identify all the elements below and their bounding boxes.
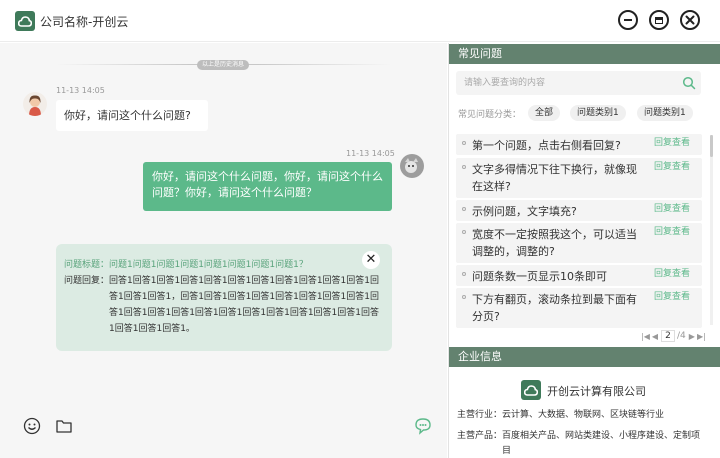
message-timestamp: 11-13 14:05 bbox=[346, 149, 395, 158]
faq-pagination: |◀ ◀ 2 /4 ▶ ▶| bbox=[640, 330, 707, 342]
view-reply-link[interactable]: 回复查看 bbox=[654, 137, 690, 149]
title-bar: 公司名称-开创云 bbox=[0, 0, 720, 42]
view-reply-link[interactable]: 回复查看 bbox=[654, 268, 690, 280]
faq-question: 问题条数一页显示10条即可 bbox=[472, 270, 607, 283]
view-reply-link[interactable]: 回复查看 bbox=[654, 203, 690, 215]
view-reply-link[interactable]: 回复查看 bbox=[654, 291, 690, 303]
close-icon: ✕ bbox=[365, 252, 377, 267]
question-text: 问题1问题1问题1问题1问题1问题1问题1问题1？ bbox=[109, 260, 308, 270]
first-page-icon[interactable]: |◀ bbox=[641, 332, 650, 341]
close-card-button[interactable]: ✕ bbox=[362, 251, 380, 269]
faq-search-box bbox=[456, 71, 701, 95]
customer-avatar bbox=[23, 92, 47, 116]
answer-text: 回答1回答1回答1回答1回答1回答1回答1回答1回答1回答1回答1回答1回答1回… bbox=[109, 276, 380, 334]
side-panel: 常见问题 常见问题分类： 全部 问题类别1 问题类别1 第一个问题，点击右侧看回… bbox=[448, 43, 720, 458]
faq-panel-header: 常见问题 bbox=[449, 44, 720, 64]
faq-list-item[interactable]: 问题条数一页显示10条即可 回复查看 bbox=[456, 265, 702, 286]
products-label: 主营产品： bbox=[457, 431, 503, 441]
window-title: 公司名称-开创云 bbox=[40, 15, 129, 29]
message-timestamp: 11-13 14:05 bbox=[56, 86, 105, 95]
faq-question: 示例问题，文字填充? bbox=[472, 205, 577, 218]
minimize-button[interactable] bbox=[618, 10, 638, 30]
faq-scrollbar[interactable] bbox=[710, 135, 713, 325]
faq-card-answer: 问题回复： 回答1回答1回答1回答1回答1回答1回答1回答1回答1回答1回答1回… bbox=[64, 273, 383, 337]
chat-area: 以上是历史消息 11-13 14:05 你好，请问这个什么问题? 11-13 1… bbox=[0, 43, 447, 458]
faq-list-item[interactable]: 宽度不一定按照我这个，可以适当调整的，调整的? 回复查看 bbox=[456, 223, 702, 263]
faq-question: 宽度不一定按照我这个，可以适当调整的，调整的? bbox=[472, 228, 637, 258]
history-divider: 以上是历史消息 bbox=[56, 60, 391, 70]
cloud-icon bbox=[15, 11, 35, 31]
bullet-icon bbox=[462, 207, 466, 211]
industry-label: 主营行业： bbox=[457, 410, 503, 420]
faq-list-item[interactable]: 第一个问题，点击右侧看回复? 回复查看 bbox=[456, 134, 702, 155]
bullet-icon bbox=[462, 165, 466, 169]
incoming-message-bubble: 你好，请问这个什么问题? bbox=[56, 100, 208, 131]
products-value: 百度相关产品、网站类建设、小程序建设、定制项目 bbox=[502, 431, 701, 456]
folder-icon[interactable] bbox=[55, 417, 73, 435]
category-chip[interactable]: 问题类别1 bbox=[637, 105, 693, 121]
maximize-icon bbox=[655, 16, 663, 24]
view-reply-link[interactable]: 回复查看 bbox=[654, 226, 690, 238]
bullet-icon bbox=[462, 272, 466, 276]
company-logo-icon bbox=[521, 380, 541, 400]
category-filter-label: 常见问题分类： bbox=[458, 110, 522, 120]
faq-search-input[interactable] bbox=[456, 71, 676, 95]
outgoing-message-bubble: 你好，请问这个什么问题，你好，请问这个什么问题？你好，请问这个什么问题？ bbox=[143, 162, 392, 211]
history-label: 以上是历史消息 bbox=[197, 60, 250, 70]
view-reply-link[interactable]: 回复查看 bbox=[654, 161, 690, 173]
search-icon[interactable] bbox=[682, 76, 696, 90]
faq-card-question: 问题标题：问题1问题1问题1问题1问题1问题1问题1问题1？ bbox=[64, 257, 383, 273]
company-name: 开创云计算有限公司 bbox=[547, 385, 646, 398]
faq-question: 文字多得情况下往下换行，就像现在这样? bbox=[472, 163, 637, 193]
bullet-icon bbox=[462, 230, 466, 234]
industry-row: 主营行业： 云计算、大数据、物联网、区块链等行业 bbox=[457, 408, 707, 423]
minimize-icon bbox=[624, 19, 632, 21]
faq-answer-card: 问题标题：问题1问题1问题1问题1问题1问题1问题1问题1？ 问题回复： 回答1… bbox=[56, 244, 392, 351]
bullet-icon bbox=[462, 295, 466, 299]
scrollbar-thumb[interactable] bbox=[710, 135, 713, 157]
next-page-icon[interactable]: ▶ bbox=[689, 332, 695, 341]
company-panel-header: 企业信息 bbox=[449, 347, 720, 367]
prev-page-icon[interactable]: ◀ bbox=[652, 332, 658, 341]
smiley-icon[interactable] bbox=[23, 417, 41, 435]
products-row: 主营产品： 百度相关产品、网站类建设、小程序建设、定制项目 bbox=[457, 429, 707, 458]
question-label: 问题标题： bbox=[64, 260, 110, 270]
page-number-input[interactable]: 2 bbox=[661, 330, 676, 342]
chat-bubble-icon[interactable] bbox=[414, 417, 432, 435]
faq-question: 第一个问题，点击右侧看回复? bbox=[472, 139, 621, 152]
maximize-button[interactable] bbox=[649, 10, 669, 30]
answer-label: 问题回复： bbox=[64, 276, 110, 286]
close-button[interactable] bbox=[680, 10, 700, 30]
faq-question: 下方有翻页，滚动条拉到最下面有分页? bbox=[472, 293, 637, 323]
page-total: /4 bbox=[677, 331, 686, 341]
last-page-icon[interactable]: ▶| bbox=[697, 332, 706, 341]
faq-list-item[interactable]: 示例问题，文字填充? 回复查看 bbox=[456, 200, 702, 221]
faq-list-item[interactable]: 文字多得情况下往下换行，就像现在这样? 回复查看 bbox=[456, 158, 702, 198]
close-icon bbox=[685, 15, 695, 25]
category-chip-all[interactable]: 全部 bbox=[528, 105, 561, 121]
bullet-icon bbox=[462, 141, 466, 145]
industry-value: 云计算、大数据、物联网、区块链等行业 bbox=[502, 410, 665, 420]
category-chip[interactable]: 问题类别1 bbox=[570, 105, 626, 121]
faq-list-item[interactable]: 下方有翻页，滚动条拉到最下面有分页? 回复查看 bbox=[456, 288, 702, 328]
agent-avatar bbox=[400, 154, 424, 178]
